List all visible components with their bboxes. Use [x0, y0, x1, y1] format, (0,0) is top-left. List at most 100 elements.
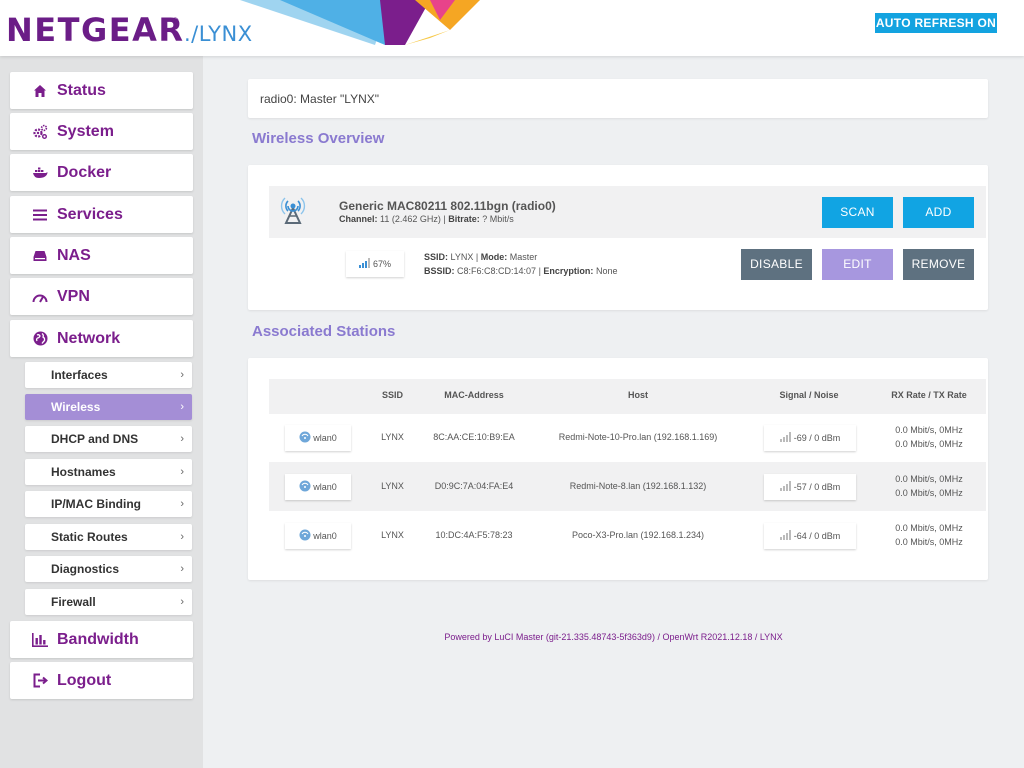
- signal-noise: -64 / 0 dBm: [793, 531, 841, 541]
- station-tx-rate: 0.0 Mbit/s, 0MHz: [895, 439, 963, 449]
- page-heading-card: radio0: Master "LYNX": [248, 79, 988, 118]
- sidebar-item-network[interactable]: Network: [10, 320, 193, 357]
- station-mac: 10:DC:4A:F5:78:23: [435, 530, 513, 540]
- chevron-right-icon: ›: [180, 498, 184, 510]
- sidebar-subitem-static-routes[interactable]: Static Routes ›: [25, 524, 192, 550]
- wifi-icon: [299, 529, 311, 543]
- globe-icon: [32, 331, 48, 347]
- subitem-label: Hostnames: [51, 465, 116, 479]
- sidebar-item-bandwidth[interactable]: Bandwidth: [10, 621, 193, 658]
- sidebar-item-label: Bandwidth: [57, 630, 139, 648]
- radio-name: Generic MAC80211 802.11bgn (radio0): [339, 199, 556, 213]
- chevron-right-icon: ›: [180, 563, 184, 575]
- sidebar-item-logout[interactable]: Logout: [10, 662, 193, 699]
- network-line-1: SSID: LYNX | Mode: Master: [424, 252, 538, 262]
- sidebar-item-vpn[interactable]: VPN: [10, 278, 193, 315]
- sidebar-item-label: System: [57, 122, 114, 140]
- chevron-right-icon: ›: [180, 433, 184, 445]
- sidebar-subitem-diagnostics[interactable]: Diagnostics ›: [25, 556, 192, 582]
- sidebar-item-label: Network: [57, 329, 121, 347]
- station-rx-rate: 0.0 Mbit/s, 0MHz: [895, 523, 963, 533]
- logout-icon: [32, 673, 48, 689]
- sidebar-item-label: Logout: [57, 671, 112, 689]
- sidebar-subitem-interfaces[interactable]: Interfaces ›: [25, 362, 192, 388]
- docker-icon: [32, 165, 48, 181]
- station-mac: D0:9C:7A:04:FA:E4: [434, 481, 514, 491]
- disable-button[interactable]: DISABLE: [741, 249, 812, 280]
- wifi-icon: [299, 431, 311, 445]
- sidebar-subitem-hostnames[interactable]: Hostnames ›: [25, 459, 192, 485]
- bitrate-value: ? Mbit/s: [482, 214, 514, 224]
- encryption-value: None: [595, 266, 618, 276]
- sidebar-item-label: Docker: [57, 163, 112, 181]
- sidebar-item-label: NAS: [57, 246, 91, 264]
- iface-name: wlan0: [313, 433, 337, 443]
- subitem-label: IP/MAC Binding: [51, 497, 141, 511]
- ssid-label: SSID:: [424, 252, 449, 262]
- station-ssid: LYNX: [381, 530, 404, 540]
- signal-badge: -64 / 0 dBm: [764, 523, 856, 549]
- sidebar-item-system[interactable]: System: [10, 113, 193, 150]
- column-header-mac: MAC-Address: [444, 390, 504, 400]
- iface-name: wlan0: [313, 482, 337, 492]
- bssid-label: BSSID:: [424, 266, 455, 276]
- iface-badge[interactable]: wlan0: [285, 425, 351, 451]
- sidebar-item-label: VPN: [57, 287, 90, 305]
- station-tx-rate: 0.0 Mbit/s, 0MHz: [895, 537, 963, 547]
- chevron-right-icon: ›: [180, 596, 184, 608]
- signal-percent: 67%: [372, 259, 391, 269]
- chevron-right-icon: ›: [180, 401, 184, 413]
- gears-icon: [32, 124, 48, 140]
- associated-stations-title: Associated Stations: [252, 323, 396, 340]
- station-mac: 8C:AA:CE:10:B9:EA: [433, 432, 515, 442]
- subitem-label: Wireless: [51, 400, 101, 414]
- channel-label: Channel:: [339, 214, 378, 224]
- station-tx-rate: 0.0 Mbit/s, 0MHz: [895, 488, 963, 498]
- subitem-label: Firewall: [51, 595, 96, 609]
- signal-badge: -57 / 0 dBm: [764, 474, 856, 500]
- sidebar-subitem-wireless[interactable]: Wireless ›: [25, 394, 192, 420]
- channel-value: 11 (2.462 GHz): [380, 214, 441, 224]
- station-host: Poco-X3-Pro.lan (192.168.1.234): [571, 530, 705, 540]
- station-rx-rate: 0.0 Mbit/s, 0MHz: [895, 425, 963, 435]
- station-ssid: LYNX: [381, 481, 404, 491]
- wifi-antenna-icon: [278, 195, 308, 230]
- signal-bars-icon: [779, 481, 792, 493]
- sidebar-subitem-ip-mac-binding[interactable]: IP/MAC Binding ›: [25, 491, 192, 517]
- sidebar-subitem-firewall[interactable]: Firewall ›: [25, 589, 192, 615]
- network-line-2: BSSID: C8:F6:C8:CD:14:07 | Encryption: N…: [424, 266, 618, 276]
- iface-badge[interactable]: wlan0: [285, 523, 351, 549]
- sidebar-item-nas[interactable]: NAS: [10, 237, 193, 274]
- drive-icon: [32, 248, 48, 264]
- auto-refresh-button[interactable]: AUTO REFRESH ON: [875, 13, 997, 33]
- station-host: Redmi-Note-10-Pro.lan (192.168.1.169): [558, 432, 718, 442]
- subitem-label: Static Routes: [51, 530, 128, 544]
- edit-button[interactable]: EDIT: [822, 249, 893, 280]
- iface-name: wlan0: [313, 531, 337, 541]
- iface-badge[interactable]: wlan0: [285, 474, 351, 500]
- signal-quality-badge: 67%: [346, 251, 404, 277]
- subitem-label: Interfaces: [51, 368, 108, 382]
- scan-button[interactable]: SCAN: [822, 197, 893, 228]
- sidebar-item-label: Services: [57, 205, 123, 223]
- sidebar-item-services[interactable]: Services: [10, 196, 193, 233]
- chevron-right-icon: ›: [180, 369, 184, 381]
- sidebar-item-label: Status: [57, 81, 106, 99]
- column-header-rate: RX Rate / TX Rate: [891, 390, 967, 400]
- home-icon: [32, 83, 48, 99]
- remove-button[interactable]: REMOVE: [903, 249, 974, 280]
- add-button[interactable]: ADD: [903, 197, 974, 228]
- netgear-logo: NETGEAR: [6, 11, 185, 49]
- encryption-label: Encryption:: [543, 266, 594, 276]
- registered-mark: ®: [172, 16, 179, 26]
- sidebar-item-status[interactable]: Status: [10, 72, 193, 109]
- sidebar-item-docker[interactable]: Docker: [10, 154, 193, 191]
- sidebar-subitem-dhcp-dns[interactable]: DHCP and DNS ›: [25, 426, 192, 452]
- signal-bars-icon: [358, 258, 371, 270]
- footer-text[interactable]: Powered by LuCI Master (git-21.335.48743…: [203, 632, 1024, 642]
- station-rx-rate: 0.0 Mbit/s, 0MHz: [895, 474, 963, 484]
- column-header-signal: Signal / Noise: [779, 390, 839, 400]
- page-title: radio0: Master "LYNX": [260, 92, 380, 106]
- column-header-ssid: SSID: [381, 390, 403, 400]
- banner-art: [240, 0, 480, 45]
